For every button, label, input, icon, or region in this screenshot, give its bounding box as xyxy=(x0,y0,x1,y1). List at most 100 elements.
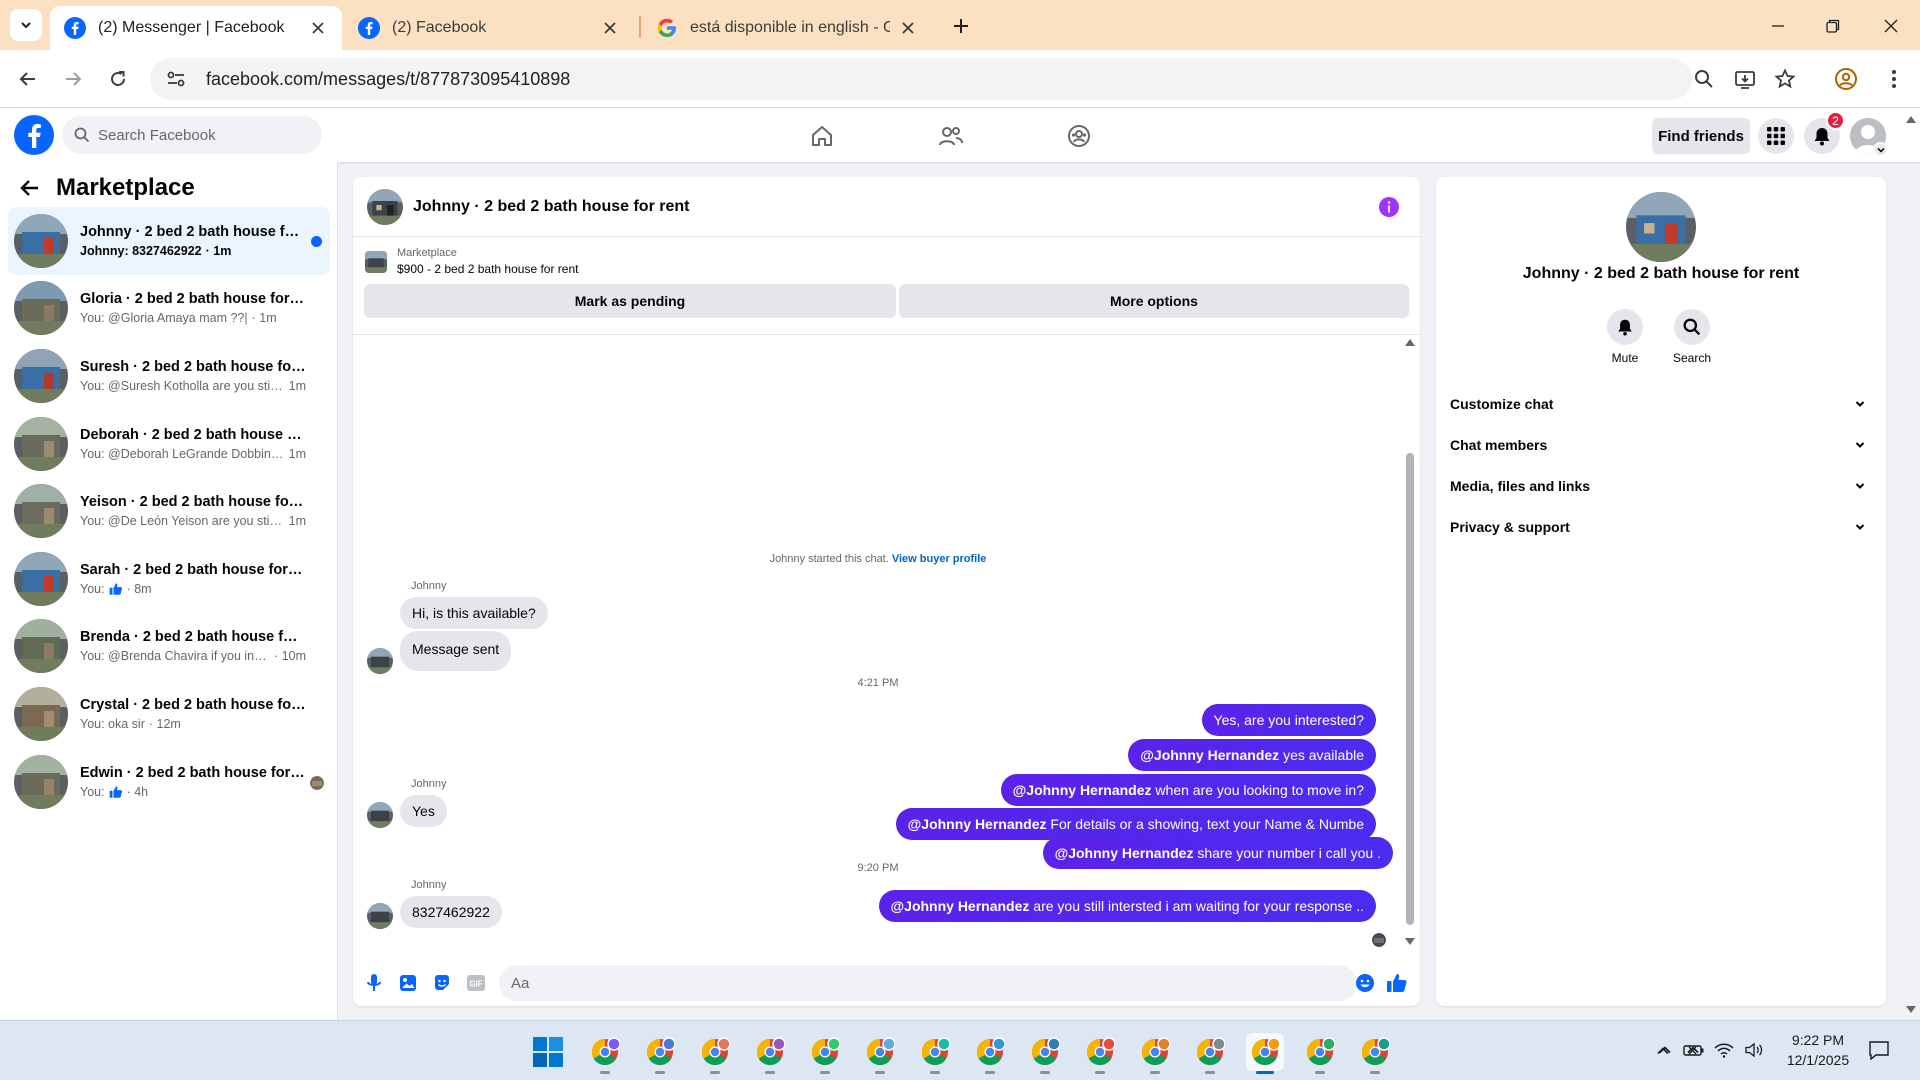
scroll-down-arrow-icon[interactable] xyxy=(1404,937,1416,947)
sender-avatar[interactable] xyxy=(367,648,393,674)
section-chat-members[interactable]: Chat members xyxy=(1450,425,1870,465)
mute-button[interactable] xyxy=(1607,309,1643,345)
incoming-message[interactable]: Hi, is this available? xyxy=(400,597,548,629)
volume-tray-button[interactable] xyxy=(1743,1039,1765,1061)
mention[interactable]: @Johnny Hernandez xyxy=(891,898,1030,914)
nav-groups[interactable] xyxy=(1065,122,1093,150)
section-media-files-links[interactable]: Media, files and links xyxy=(1450,466,1870,506)
search-in-conversation-button[interactable] xyxy=(1674,309,1710,345)
chat-list-item[interactable]: Gloria · 2 bed 2 bath house for rent You:… xyxy=(8,275,330,343)
facebook-search[interactable] xyxy=(62,116,322,154)
outgoing-message[interactable]: @Johnny Hernandez when are you looking t… xyxy=(1000,774,1376,806)
like-button[interactable] xyxy=(1386,972,1408,994)
address-bar[interactable]: facebook.com/messages/t/877873095410898 xyxy=(150,58,1692,100)
find-friends-button[interactable]: Find friends xyxy=(1652,118,1750,154)
taskbar-chrome-app[interactable] xyxy=(1136,1033,1174,1074)
close-window-button[interactable] xyxy=(1877,12,1905,40)
incoming-message[interactable]: Message sent xyxy=(400,631,512,671)
incoming-message[interactable]: 8327462922 xyxy=(400,896,502,928)
tab-close-button[interactable] xyxy=(898,18,918,38)
nav-home[interactable] xyxy=(808,122,836,150)
conversation-thumbnail[interactable] xyxy=(367,188,403,225)
chat-list-item[interactable]: Brenda · 2 bed 2 bath house for rent You:… xyxy=(8,613,330,681)
menu-button[interactable] xyxy=(1758,118,1794,154)
conversation-avatar[interactable] xyxy=(1626,192,1696,262)
mention[interactable]: @Johnny Hernandez xyxy=(1140,747,1279,763)
taskbar-chrome-app[interactable] xyxy=(586,1033,624,1074)
taskbar-chrome-app[interactable] xyxy=(971,1033,1009,1074)
emoji-button[interactable] xyxy=(1354,972,1376,994)
message-input-wrapper[interactable] xyxy=(499,965,1357,1001)
scroll-up-arrow-icon[interactable] xyxy=(1404,337,1416,347)
facebook-search-input[interactable] xyxy=(98,126,298,144)
zoom-button[interactable] xyxy=(1692,67,1716,91)
taskbar-chrome-app[interactable] xyxy=(1246,1033,1284,1074)
section-privacy-support[interactable]: Privacy & support xyxy=(1450,507,1870,547)
listing-thumbnail[interactable] xyxy=(365,251,387,273)
chat-list-item[interactable]: Crystal · 2 bed 2 bath house for rent You… xyxy=(8,680,330,748)
account-caret[interactable] xyxy=(1873,142,1888,157)
conversation-scrollbar[interactable] xyxy=(1406,453,1414,925)
view-buyer-profile-link[interactable]: View buyer profile xyxy=(892,553,987,565)
chat-list-item[interactable]: Deborah · 2 bed 2 bath house for rent You… xyxy=(8,410,330,478)
new-tab-button[interactable] xyxy=(948,13,974,39)
chat-list-item[interactable]: Sarah · 2 bed 2 bath house for rent You: ·… xyxy=(8,545,330,613)
outgoing-message[interactable]: Yes, are you interested? xyxy=(1201,704,1376,736)
nav-friends[interactable] xyxy=(937,122,965,150)
incoming-message[interactable]: Yes xyxy=(400,795,447,827)
taskbar-chrome-app[interactable] xyxy=(751,1033,789,1074)
taskbar-chrome-app[interactable] xyxy=(641,1033,679,1074)
install-app-button[interactable] xyxy=(1733,67,1757,91)
taskbar-chrome-app[interactable] xyxy=(1191,1033,1229,1074)
taskbar-chrome-app[interactable] xyxy=(916,1033,954,1074)
windows-start-icon[interactable] xyxy=(532,1036,564,1068)
back-button[interactable] xyxy=(13,64,43,94)
page-scroll-up-arrow-icon[interactable] xyxy=(1905,114,1917,124)
browser-menu-button[interactable] xyxy=(1882,67,1906,91)
attach-photo-button[interactable] xyxy=(397,972,419,994)
tab-google[interactable]: está disponible in english - Goo xyxy=(642,6,932,50)
taskbar-chrome-app[interactable] xyxy=(1026,1033,1064,1074)
message-input[interactable] xyxy=(511,974,1311,992)
tray-chevron[interactable] xyxy=(1654,1039,1676,1061)
outgoing-message[interactable]: @Johnny Hernandez For details or a showi… xyxy=(895,808,1376,840)
facebook-logo-icon[interactable] xyxy=(14,115,54,155)
sender-avatar[interactable] xyxy=(367,903,393,929)
site-settings-icon[interactable] xyxy=(164,67,188,91)
taskbar-chrome-app[interactable] xyxy=(1301,1033,1339,1074)
battery-tray-button[interactable] xyxy=(1683,1039,1705,1061)
tab-close-button[interactable] xyxy=(308,18,328,38)
page-scroll-down-arrow-icon[interactable] xyxy=(1905,1005,1917,1015)
minimize-button[interactable] xyxy=(1764,12,1792,40)
voice-clip-button[interactable] xyxy=(363,972,385,994)
outgoing-message[interactable]: @Johnny Hernandez share your number i ca… xyxy=(1042,837,1393,869)
taskbar-chrome-app[interactable] xyxy=(1356,1033,1394,1074)
outgoing-message[interactable]: @Johnny Hernandez yes available xyxy=(1128,739,1376,771)
tab-close-button[interactable] xyxy=(600,18,620,38)
section-customize-chat[interactable]: Customize chat xyxy=(1450,384,1870,424)
outgoing-message[interactable]: @Johnny Hernandez are you still interste… xyxy=(878,890,1376,922)
reload-button[interactable] xyxy=(103,64,133,94)
gif-button[interactable]: GIF xyxy=(465,972,487,994)
bookmark-button[interactable] xyxy=(1773,67,1797,91)
info-icon[interactable] xyxy=(1378,196,1400,218)
forward-button[interactable] xyxy=(58,64,88,94)
restore-button[interactable] xyxy=(1819,12,1847,40)
chat-list-item[interactable]: Johnny · 2 bed 2 bath house for rent John… xyxy=(8,207,330,275)
chat-list-item[interactable]: Yeison · 2 bed 2 bath house for rent You:… xyxy=(8,477,330,545)
taskbar-chrome-app[interactable] xyxy=(696,1033,734,1074)
taskbar-chrome-app[interactable] xyxy=(806,1033,844,1074)
more-options-button[interactable]: More options xyxy=(899,284,1409,318)
mention[interactable]: @Johnny Hernandez xyxy=(1013,782,1152,798)
taskbar-chrome-app[interactable] xyxy=(861,1033,899,1074)
chat-list-item[interactable]: Edwin · 2 bed 2 bath house for rent You: ·… xyxy=(8,748,330,816)
sticker-button[interactable] xyxy=(431,972,453,994)
notification-center-button[interactable] xyxy=(1868,1039,1890,1061)
mark-as-pending-button[interactable]: Mark as pending xyxy=(364,284,896,318)
sender-avatar[interactable] xyxy=(367,802,393,828)
taskbar-chrome-app[interactable] xyxy=(1081,1033,1119,1074)
chat-list-item[interactable]: Suresh · 2 bed 2 bath house for rent You:… xyxy=(8,342,330,410)
wifi-tray-button[interactable] xyxy=(1713,1039,1735,1061)
tab-messenger[interactable]: (2) Messenger | Facebook xyxy=(50,6,342,50)
system-clock[interactable]: 9:22 PM 12/1/2025 xyxy=(1768,1030,1868,1070)
